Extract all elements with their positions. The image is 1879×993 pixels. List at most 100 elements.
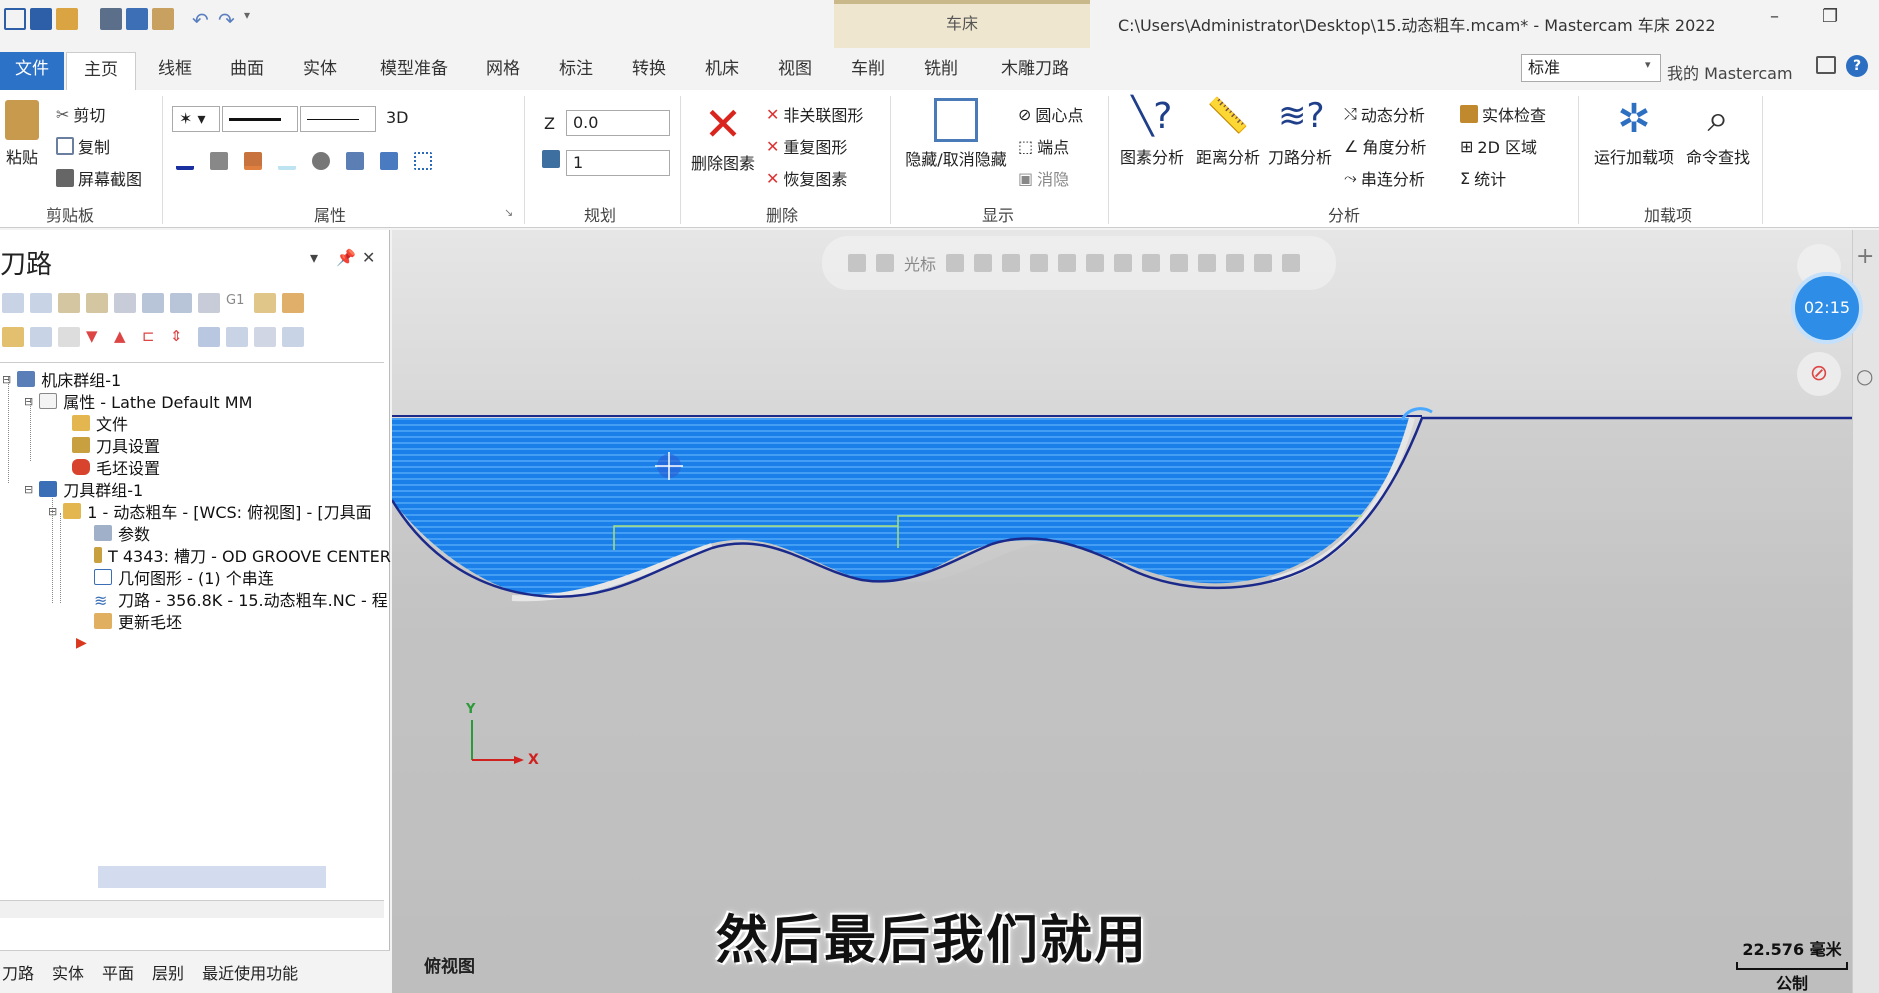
- regen-dirty-icon[interactable]: [86, 293, 108, 313]
- collapse-icon[interactable]: ⊟: [24, 483, 33, 496]
- paste-button[interactable]: 粘贴: [2, 100, 42, 168]
- chain-analysis-button[interactable]: ⤳ 串连分析: [1344, 166, 1425, 190]
- solid-check-button[interactable]: 实体检查: [1460, 102, 1546, 126]
- feedback-icon[interactable]: [1816, 56, 1836, 74]
- tab-surfaces[interactable]: 曲面: [222, 52, 272, 90]
- run-addin-button[interactable]: ✲ 运行加载项: [1588, 96, 1680, 168]
- graphics-viewport[interactable]: 光标 Y X 俯视图 22.576 毫米 公制 然后最后我们就用: [392, 230, 1852, 993]
- move-up-icon[interactable]: ▲: [114, 327, 136, 347]
- collapse-icon[interactable]: ⊟: [24, 395, 33, 408]
- backplot-icon[interactable]: [142, 293, 164, 313]
- tab-wireframe[interactable]: 线框: [150, 52, 200, 90]
- tab-view[interactable]: 视图: [770, 52, 820, 90]
- tree-item-files[interactable]: 文件: [72, 411, 128, 435]
- style-select[interactable]: 标准: [1521, 54, 1661, 82]
- material-icon[interactable]: [312, 152, 330, 170]
- tree-item-operation[interactable]: ⊟ 1 - 动态粗车 - [WCS: 俯视图] - [刀具面: [48, 499, 372, 523]
- region-2d-button[interactable]: ⊞ 2D 区域: [1460, 134, 1537, 158]
- hatch-icon[interactable]: [414, 152, 432, 170]
- deselect-icon[interactable]: [30, 293, 52, 313]
- distance-analysis-button[interactable]: 📏 距离分析: [1192, 96, 1264, 168]
- tab-solids-manager[interactable]: 实体: [52, 960, 84, 984]
- tab-mesh[interactable]: 网格: [478, 52, 528, 90]
- insert-position-marker[interactable]: [98, 866, 326, 888]
- regen-icon[interactable]: [58, 293, 80, 313]
- tab-dimension[interactable]: 标注: [551, 52, 601, 90]
- command-finder-button[interactable]: ⌕ 命令查找: [1682, 96, 1754, 168]
- tree-item-toolpath[interactable]: ≋ 刀路 - 356.8K - 15.动态粗车.NC - 程: [94, 587, 388, 611]
- g1-icon[interactable]: G1: [226, 293, 248, 313]
- tab-solids[interactable]: 实体: [295, 52, 345, 90]
- tab-model-prep[interactable]: 模型准备: [374, 52, 454, 90]
- toolpath-display-icon[interactable]: [30, 327, 52, 347]
- chevron-down-icon[interactable]: ▾: [1645, 58, 1651, 71]
- tree-item-tool[interactable]: T 4343: 槽刀 - OD GROOVE CENTER -: [94, 543, 402, 567]
- set-attributes-icon[interactable]: [346, 152, 364, 170]
- blank-button[interactable]: ▣ 消隐: [1018, 166, 1069, 190]
- save-as-icon[interactable]: [126, 8, 148, 30]
- select-all-icon[interactable]: [2, 293, 24, 313]
- collapse-icon[interactable]: ⊟: [2, 373, 11, 386]
- screenshot-button[interactable]: 屏幕截图: [56, 166, 142, 190]
- pin-icon[interactable]: 📌: [336, 248, 356, 267]
- line-style-select[interactable]: [222, 106, 298, 132]
- minimize-icon[interactable]: –: [1770, 6, 1779, 27]
- list-mode-icon[interactable]: [254, 327, 276, 347]
- save-icon[interactable]: [30, 8, 52, 30]
- tab-wood-carving[interactable]: 木雕刀路: [995, 52, 1075, 90]
- verify-icon[interactable]: [114, 293, 136, 313]
- help-icon[interactable]: ?: [1846, 55, 1868, 77]
- tree-item-tool-settings[interactable]: 刀具设置: [72, 433, 160, 457]
- tab-file[interactable]: 文件: [0, 52, 64, 90]
- cut-button[interactable]: ✂ 剪切: [56, 102, 105, 126]
- hide-unhide-button[interactable]: 隐藏/取消隐藏: [900, 98, 1012, 170]
- tab-toolpaths[interactable]: 刀路: [2, 960, 34, 984]
- tab-turning[interactable]: 车削: [843, 52, 893, 90]
- clear-colors-icon[interactable]: [380, 152, 398, 170]
- delete-entities-button[interactable]: ✕ 删除图素: [688, 101, 758, 174]
- expand-icon[interactable]: ⇕: [170, 327, 192, 347]
- tree-item-update-stock[interactable]: 更新毛坯: [94, 609, 182, 633]
- help-wand-icon[interactable]: [282, 293, 304, 313]
- tab-home[interactable]: 主页: [66, 52, 136, 90]
- post-icon[interactable]: [198, 293, 220, 313]
- solid-color-icon[interactable]: [210, 152, 228, 170]
- restore-icon[interactable]: ❐: [1822, 6, 1838, 27]
- restore-button[interactable]: ✕ 恢复图素: [766, 166, 847, 190]
- angle-analysis-button[interactable]: ∠ 角度分析: [1344, 134, 1426, 158]
- statistics-button[interactable]: Σ 统计: [1460, 166, 1506, 190]
- tree-item-machine-group[interactable]: ⊟ 机床群组-1: [2, 367, 121, 391]
- toggle-icon[interactable]: [254, 293, 276, 313]
- my-mastercam-link[interactable]: 我的 Mastercam: [1667, 60, 1793, 84]
- select-mode-icon[interactable]: [198, 327, 220, 347]
- dynamic-analysis-button[interactable]: ⤭ 动态分析: [1344, 102, 1425, 126]
- horizontal-scrollbar[interactable]: [0, 900, 384, 918]
- no-entry-icon[interactable]: ⊘: [1797, 352, 1841, 396]
- units-label[interactable]: 公制: [1736, 970, 1848, 993]
- customize-qat-icon[interactable]: ▾: [244, 8, 266, 30]
- endpoints-button[interactable]: ⬚ 端点: [1018, 134, 1069, 158]
- tab-machine[interactable]: 机床: [697, 52, 747, 90]
- insert-arrow-icon[interactable]: ▶: [76, 635, 87, 651]
- circle-icon[interactable]: ○: [1856, 364, 1873, 388]
- ghost-icon[interactable]: [58, 327, 80, 347]
- tab-levels[interactable]: 层别: [152, 960, 184, 984]
- entity-analysis-button[interactable]: ╲? 图素分析: [1116, 96, 1188, 168]
- tab-recent-functions[interactable]: 最近使用功能: [202, 960, 298, 984]
- tree-item-stock-setup[interactable]: 毛坯设置: [72, 455, 160, 479]
- redo-icon[interactable]: ↷: [218, 8, 240, 32]
- tree-item-properties[interactable]: ⊟ 属性 - Lathe Default MM: [24, 389, 252, 413]
- close-icon[interactable]: ✕: [362, 248, 375, 267]
- surface-color-icon[interactable]: [244, 152, 262, 170]
- duplicate-button[interactable]: ✕ 重复图形: [766, 134, 847, 158]
- line-width-select[interactable]: [300, 106, 376, 132]
- new-file-icon[interactable]: [4, 8, 26, 30]
- print-icon[interactable]: [100, 8, 122, 30]
- move-down-icon[interactable]: ▼: [86, 327, 108, 347]
- point-style-select[interactable]: ✶ ▾: [172, 106, 220, 132]
- properties-icon[interactable]: [152, 8, 174, 30]
- collapse-icon[interactable]: ⊟: [48, 505, 57, 518]
- insert-arrow-icon[interactable]: ⊏: [142, 327, 164, 347]
- level-input[interactable]: 1: [566, 150, 670, 176]
- non-assoc-button[interactable]: ✕ 非关联图形: [766, 102, 863, 126]
